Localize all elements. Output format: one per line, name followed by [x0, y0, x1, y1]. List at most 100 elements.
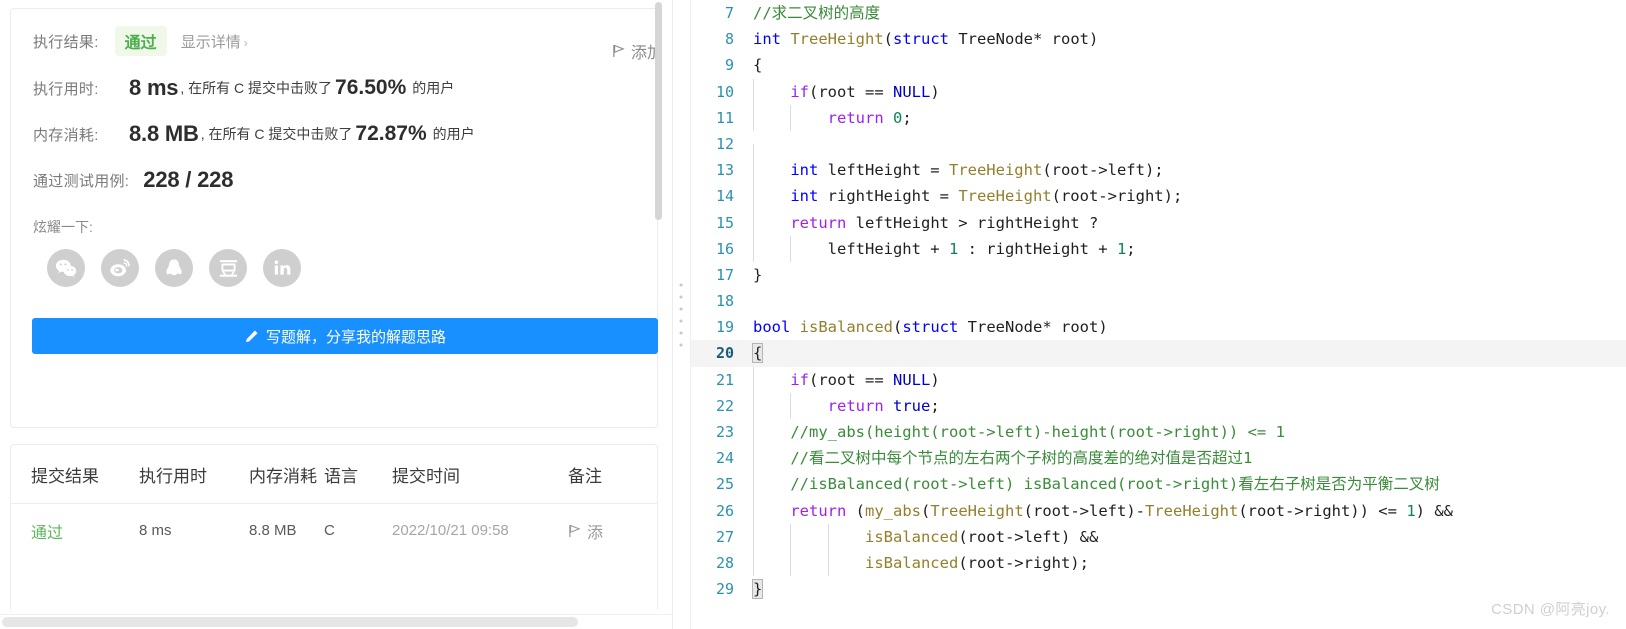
code-line-text: if(root == NULL): [747, 78, 1626, 105]
code-line-text: return leftHeight > rightHeight ?: [747, 209, 1626, 236]
left-panel-horizontal-scrollbar[interactable]: [0, 614, 672, 629]
code-line-text: isBalanced(root->right);: [747, 549, 1626, 577]
qq-icon[interactable]: [155, 249, 193, 287]
weibo-icon[interactable]: [101, 249, 139, 287]
th-language: 语言: [324, 466, 358, 486]
code-token: return: [827, 108, 884, 127]
code-line[interactable]: 10 if(root == NULL): [691, 78, 1626, 105]
code-token: return: [827, 396, 884, 415]
share-icon-row: [11, 249, 657, 287]
code-token: leftHeight +: [753, 239, 949, 258]
code-line[interactable]: 11 return 0;: [691, 104, 1626, 131]
code-token: bool: [753, 318, 791, 337]
testcases-label: 通过测试用例:: [33, 172, 130, 190]
execution-result-card: 执行结果: 通过 显示详情 › 添加 执行用时: 8 ms , 在所有 C 提交…: [10, 8, 663, 428]
code-line[interactable]: 7 //求二叉树的高度: [691, 0, 1626, 26]
submissions-table: 提交结果 执行用时 内存消耗 语言 提交时间 备注 通过 8 ms 8.8 MB…: [10, 444, 658, 609]
linkedin-icon[interactable]: [263, 249, 301, 287]
line-number: 27: [715, 527, 734, 546]
code-line[interactable]: 19 bool isBalanced(struct TreeNode* root): [691, 314, 1626, 340]
line-number: 17: [715, 265, 734, 284]
show-detail-link[interactable]: 显示详情 ›: [181, 31, 248, 52]
code-editor-content[interactable]: 7//求二叉树的高度 8 int TreeHeight(struct TreeNod…: [691, 0, 1626, 629]
code-line[interactable]: 16 leftHeight + 1 : rightHeight + 1;: [691, 235, 1626, 262]
code-line-text: //isBalanced(root->left) isBalanced(root…: [747, 471, 1626, 498]
code-token: my_abs: [865, 501, 921, 520]
panel-splitter-handle[interactable]: [672, 0, 690, 629]
horizontal-scrollbar-thumb[interactable]: [2, 617, 578, 627]
cell-add-note-button[interactable]: 添: [568, 519, 603, 543]
testcases-row: 通过测试用例: 228 / 228: [11, 157, 657, 203]
splitter-divider-line: [672, 0, 673, 629]
code-line-text: return true;: [747, 392, 1626, 419]
code-line-text: //求二叉树的高度: [747, 0, 1626, 26]
line-number: 19: [715, 318, 734, 337]
vertical-scrollbar-thumb[interactable]: [655, 2, 662, 220]
code-token: (root->left);: [1042, 161, 1164, 180]
code-line[interactable]: 28 isBalanced(root->right);: [691, 549, 1626, 577]
code-line[interactable]: 17}: [691, 262, 1626, 288]
cell-memory: 8.8 MB: [249, 522, 297, 539]
code-line[interactable]: 8 int TreeHeight(struct TreeNode* root): [691, 26, 1626, 52]
code-editor-panel[interactable]: 7//求二叉树的高度 8 int TreeHeight(struct TreeNod…: [690, 0, 1626, 629]
code-token: ;: [930, 396, 940, 415]
indent-guide: [753, 523, 754, 550]
code-line[interactable]: 9{: [691, 52, 1626, 78]
code-line[interactable]: 14 int rightHeight = TreeHeight(root->ri…: [691, 183, 1626, 210]
code-line[interactable]: 18: [691, 288, 1626, 314]
code-token: TreeNode* root): [949, 30, 1099, 49]
line-number: 10: [715, 82, 734, 101]
code-line[interactable]: 22 return true;: [691, 392, 1626, 419]
code-line[interactable]: 26 return (my_abs(TreeHeight(root->left)…: [691, 497, 1626, 524]
write-solution-label: 写题解，分享我的解题思路: [265, 328, 446, 346]
code-line[interactable]: 27 isBalanced(root->left) &&: [691, 523, 1626, 550]
indent-guide: [753, 78, 754, 105]
execution-result-label: 执行结果:: [33, 33, 99, 51]
code-line[interactable]: 21 if(root == NULL): [691, 366, 1626, 393]
runtime-suffix: 的用户: [412, 80, 455, 96]
code-token: isBalanced: [864, 527, 959, 546]
code-token: TreeHeight: [948, 161, 1043, 180]
app-root: 执行结果: 通过 显示详情 › 添加 执行用时: 8 ms , 在所有 C 提交…: [0, 0, 1626, 629]
douban-icon[interactable]: [209, 249, 247, 287]
memory-suffix: 的用户: [432, 126, 475, 142]
code-token: //isBalanced(root->left) isBalanced(root…: [753, 475, 1440, 494]
indent-guide: [753, 549, 754, 577]
code-line[interactable]: 29}: [691, 576, 1626, 602]
line-number: 15: [715, 213, 734, 232]
runtime-label: 执行用时:: [33, 80, 99, 98]
code-token: {: [751, 343, 764, 364]
indent-guide: [753, 366, 754, 393]
code-line[interactable]: 25 //isBalanced(root->left) isBalanced(r…: [691, 471, 1626, 498]
code-token: if: [790, 370, 809, 389]
code-token: : rightHeight +: [958, 239, 1117, 258]
th-note: 备注: [568, 466, 602, 486]
code-token: rightHeight =: [818, 187, 959, 206]
indent-guide: [753, 419, 754, 446]
code-line[interactable]: 13 int leftHeight = TreeHeight(root->lef…: [691, 157, 1626, 184]
code-line[interactable]: 15 return leftHeight > rightHeight ?: [691, 209, 1626, 236]
code-token: NULL: [893, 370, 931, 389]
write-solution-button[interactable]: 写题解，分享我的解题思路: [32, 318, 658, 354]
wechat-icon[interactable]: [47, 249, 85, 287]
code-token: }: [751, 579, 764, 600]
code-token: TreeNode* root): [958, 318, 1108, 337]
code-token: (root->right);: [1051, 187, 1183, 206]
execution-result-row: 执行结果: 通过 显示详情 ›: [11, 17, 657, 65]
indent-guide: [753, 157, 754, 184]
code-line[interactable]: 12: [691, 131, 1626, 171]
code-token: isBalanced: [799, 318, 893, 337]
left-panel-vertical-scrollbar[interactable]: [655, 2, 662, 609]
code-token: TreeHeight: [930, 501, 1024, 520]
runtime-value: 8 ms: [129, 75, 179, 100]
code-line[interactable]: 24 //看二叉树中每个节点的左右两个子树的高度差的绝对值是否超过1: [691, 445, 1626, 472]
table-row[interactable]: 通过 8 ms 8.8 MB C 2022/10/21 09:58 添: [11, 503, 657, 557]
cell-result: 通过: [31, 524, 64, 542]
code-line[interactable]: 20 {: [691, 340, 1626, 367]
memory-label: 内存消耗:: [33, 126, 99, 144]
code-token: (: [921, 501, 931, 520]
line-number: 28: [715, 553, 734, 572]
code-line[interactable]: 23 //my_abs(height(root->left)-height(ro…: [691, 419, 1626, 446]
